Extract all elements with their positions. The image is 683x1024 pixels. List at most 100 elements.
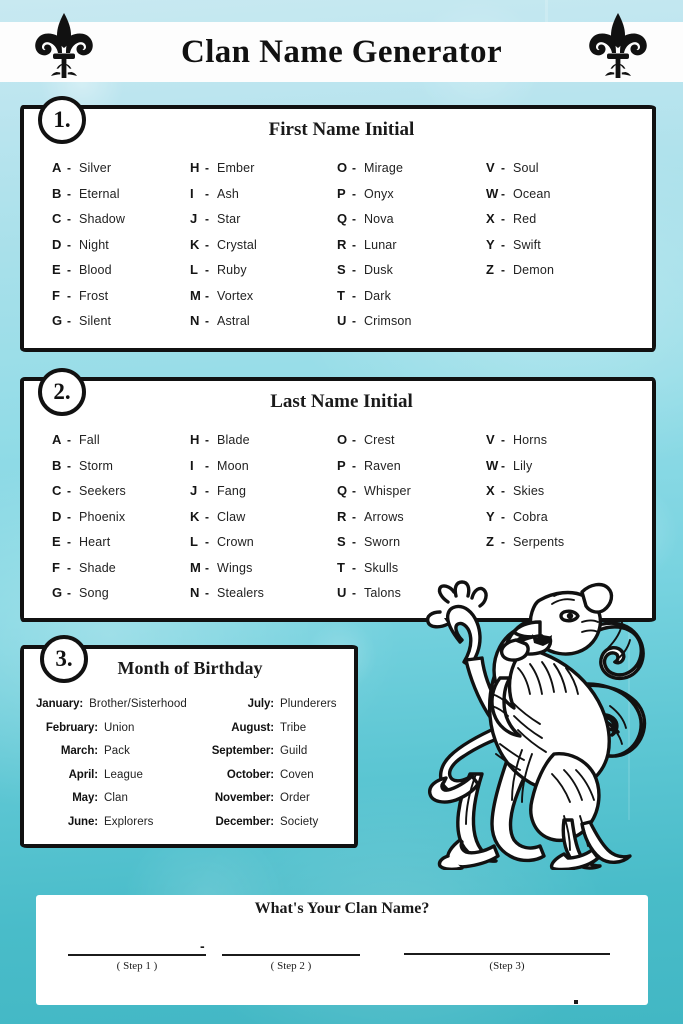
answer-line-2[interactable] (222, 954, 360, 956)
letter-row: Y - Swift (486, 237, 554, 263)
letter-row: G - Silent (52, 313, 125, 339)
letter-key: O (337, 160, 347, 175)
letter-key: M (190, 559, 201, 575)
month-value: Explorers (104, 815, 154, 828)
letter-row: G - Song (52, 585, 126, 611)
letter-key: Q (337, 211, 347, 226)
month-key: May: (72, 792, 98, 804)
letter-key: I (190, 185, 194, 201)
answer-line-3[interactable] (404, 953, 610, 955)
letter-value: Blade (217, 433, 250, 447)
letter-dash: - (67, 535, 71, 549)
month-row: June: Explorers (36, 816, 186, 840)
letter-value: Ember (217, 161, 255, 175)
letter-value: Crimson (364, 314, 412, 328)
letter-dash: - (352, 509, 356, 524)
letter-value: Frost (79, 288, 109, 303)
answer-label-1: ( Step 1 ) (116, 960, 158, 972)
letter-value: Skulls (364, 560, 399, 575)
letter-dash: - (67, 314, 71, 328)
letter-dash: - (205, 186, 209, 201)
letter-key: H (190, 160, 200, 175)
answer-line-1[interactable] (68, 954, 206, 956)
letter-key: G (52, 585, 62, 600)
letter-value: Silver (79, 161, 112, 175)
letter-dash: - (205, 161, 209, 175)
letter-dash: - (501, 263, 505, 277)
letter-value: Ruby (217, 263, 247, 277)
letter-key: X (486, 483, 495, 498)
letter-row: Q - Nova (337, 211, 412, 237)
letter-row: I - Moon (190, 458, 264, 484)
letter-value: Shade (79, 560, 116, 575)
letter-dash: - (352, 586, 356, 600)
letter-key: Z (486, 262, 494, 277)
letter-dash: - (205, 586, 209, 600)
month-row: November: Order (196, 792, 346, 816)
letter-row: P - Onyx (337, 186, 412, 212)
letter-value: Fang (217, 484, 247, 498)
month-key: July: (247, 698, 274, 710)
letter-key: J (190, 483, 197, 498)
letter-row: E - Heart (52, 534, 126, 560)
letter-column: O - Crest P - Raven Q - Whisper R - Arrows S - Sworn T -… (337, 432, 411, 611)
letter-key: N (190, 585, 200, 600)
letter-row: C - Seekers (52, 483, 126, 509)
letter-dash: - (205, 212, 209, 226)
month-key: January: (36, 698, 84, 710)
month-value: Tribe (280, 721, 307, 734)
letter-row: E - Blood (52, 262, 125, 288)
letter-dash: - (352, 458, 356, 473)
letter-dash: - (67, 186, 71, 201)
letter-dash: - (501, 237, 505, 252)
letter-dash: - (352, 288, 356, 303)
letter-value: Horns (513, 433, 548, 447)
letter-dash: - (352, 161, 356, 175)
month-value: Society (280, 815, 319, 828)
letter-value: Dusk (364, 263, 394, 277)
letter-row: D - Phoenix (52, 509, 126, 535)
letter-key: H (190, 432, 200, 447)
letter-key: B (52, 457, 62, 473)
letter-dash: - (205, 535, 209, 549)
letter-row: J - Fang (190, 483, 264, 509)
letter-value: Sworn (364, 535, 401, 549)
month-key: December: (215, 815, 274, 828)
letter-dash: - (501, 161, 505, 175)
letter-row: J - Star (190, 211, 257, 237)
letter-row: H - Blade (190, 432, 264, 458)
month-key: June: (67, 815, 98, 828)
letter-key: N (190, 313, 200, 328)
month-value: Guild (280, 745, 308, 757)
letter-key: Z (486, 534, 494, 549)
letter-dash: - (501, 186, 505, 201)
letter-key: Q (337, 483, 347, 498)
letter-key: C (52, 483, 62, 498)
letter-dash: - (501, 509, 505, 524)
letter-value: Lunar (364, 237, 397, 252)
month-value: Coven (280, 768, 314, 781)
month-row: September: Guild (196, 745, 346, 769)
letter-dash: - (67, 458, 71, 473)
letter-row: L - Ruby (190, 262, 257, 288)
section-title-last-name: Last Name Initial (270, 391, 413, 412)
letter-row: L - Crown (190, 534, 264, 560)
letter-dash: - (67, 484, 71, 498)
letter-dash: - (352, 314, 356, 328)
letter-row: N - Astral (190, 313, 257, 339)
letter-key: D (52, 236, 62, 252)
letter-row: H - Ember (190, 160, 257, 186)
letter-dash: - (205, 314, 209, 328)
letter-value: Heart (79, 535, 111, 549)
letter-value: Skies (513, 484, 545, 498)
answer-label-2: ( Step 2 ) (270, 960, 312, 972)
letter-row: C - Shadow (52, 211, 125, 237)
letter-value: Wings (217, 560, 253, 575)
letter-value: Claw (217, 509, 246, 524)
month-key: October: (226, 768, 274, 781)
letter-dash: - (67, 263, 71, 277)
month-row: July: Plunderers (196, 698, 346, 722)
letter-row: O - Mirage (337, 160, 412, 186)
letter-dash: - (501, 535, 505, 549)
letter-value: Demon (513, 263, 555, 277)
